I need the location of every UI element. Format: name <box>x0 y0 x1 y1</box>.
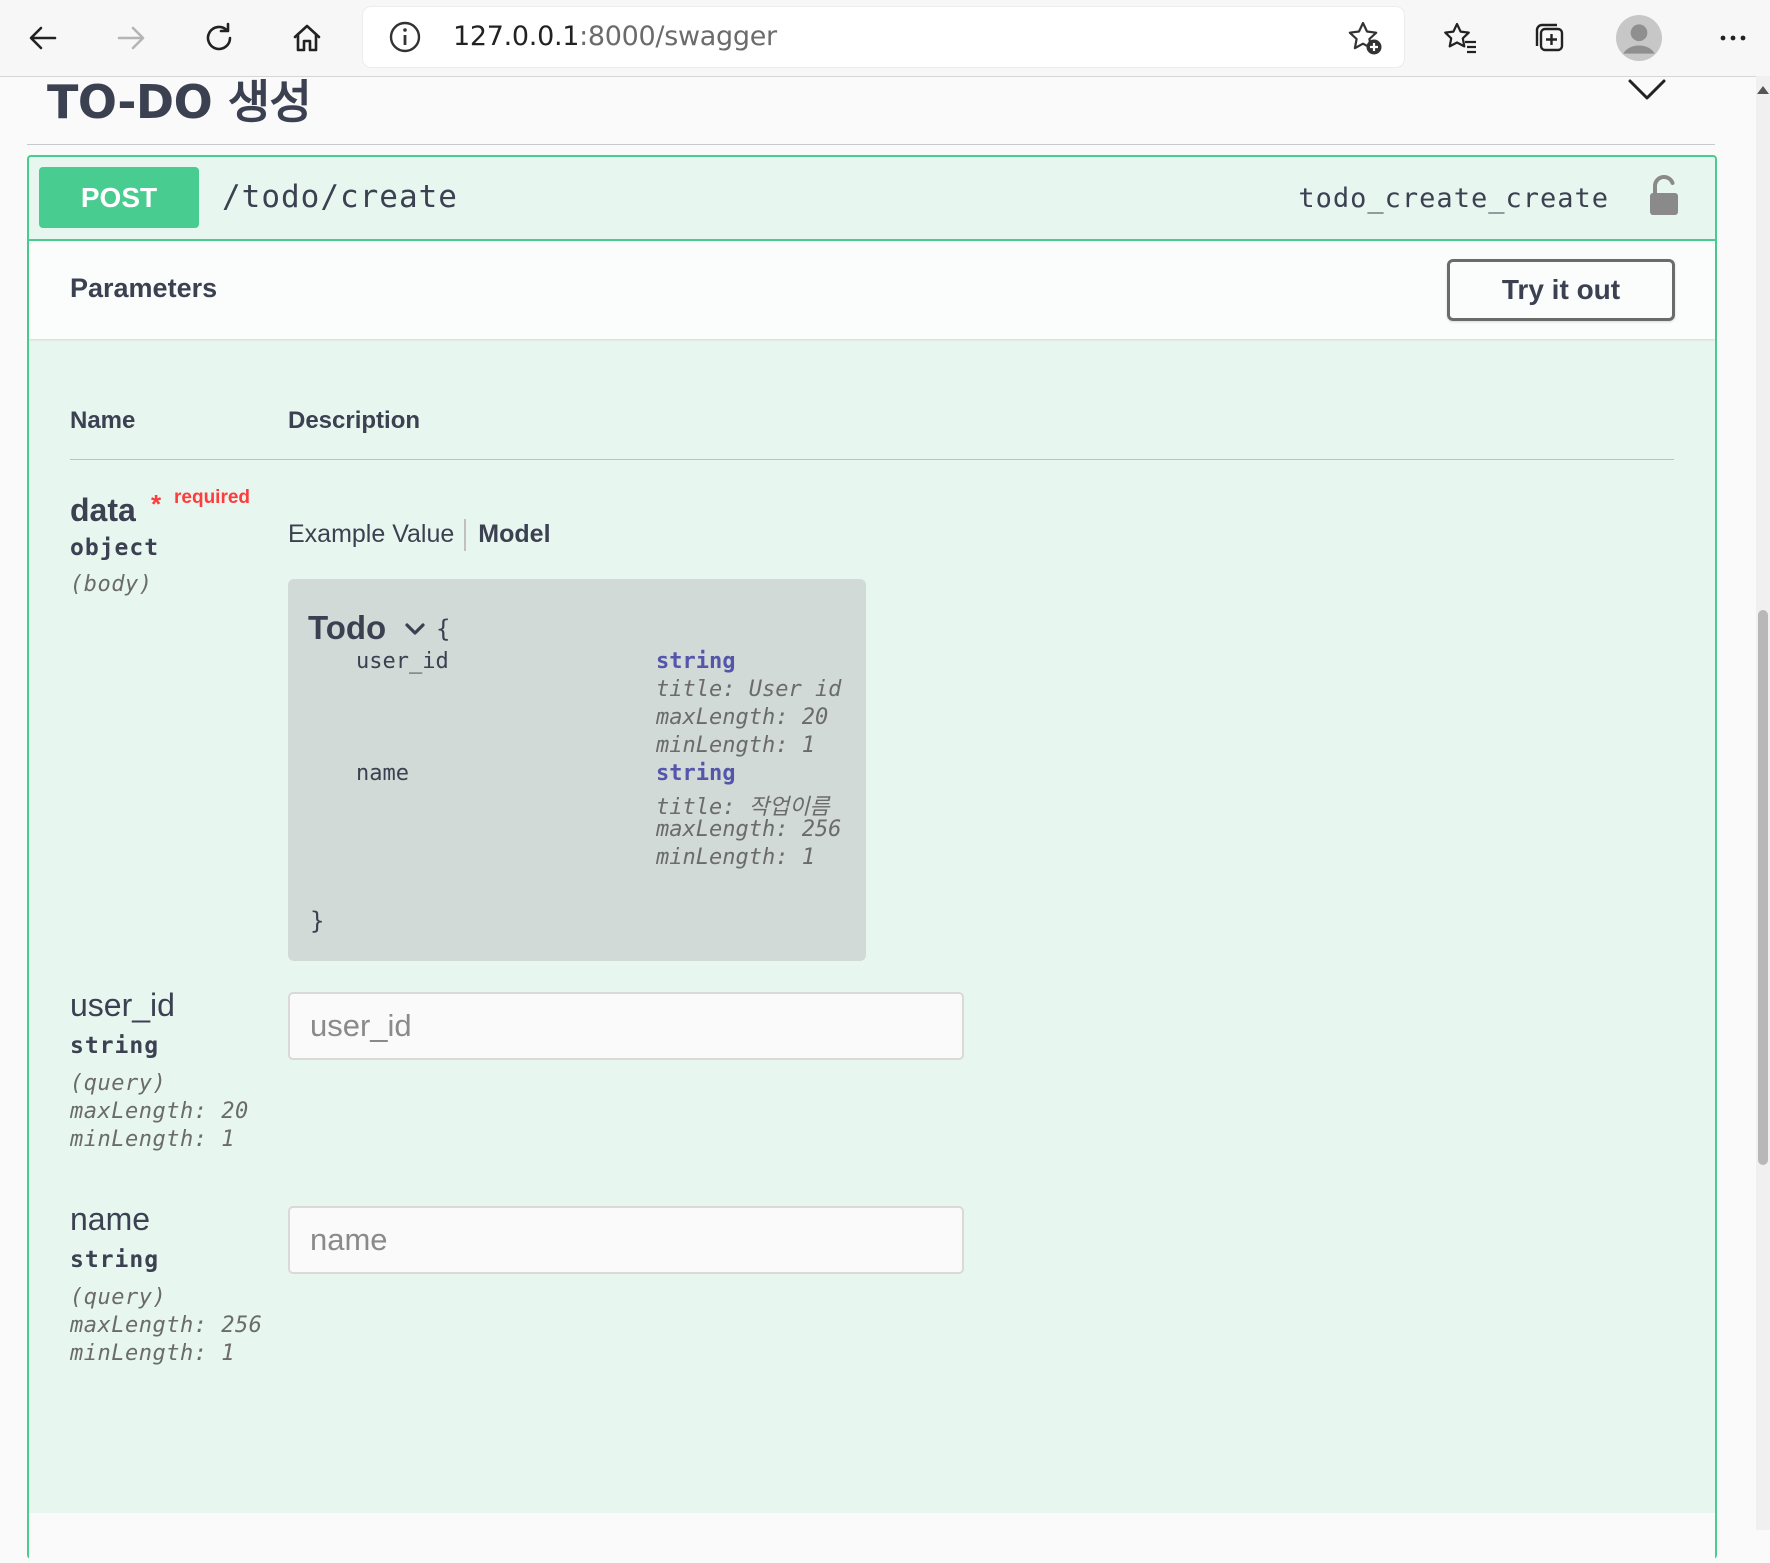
model-prop-title: title: User id <box>656 677 842 702</box>
model-schema-box: Todo { user_id string title: User id max… <box>288 579 866 961</box>
forward-arrow-icon[interactable] <box>106 13 156 63</box>
param-in: (body) <box>70 572 153 597</box>
url-text[interactable]: 127.0.0.1:8000/swagger <box>453 21 777 52</box>
user-id-input[interactable] <box>288 992 964 1060</box>
tab-example-value[interactable]: Example Value <box>288 520 454 549</box>
name-input[interactable] <box>288 1206 964 1274</box>
param-maxlength: maxLength: 20 <box>70 1099 249 1124</box>
param-name-name: name <box>70 1201 151 1237</box>
responses-divider <box>29 1513 1715 1563</box>
close-brace: } <box>310 907 325 935</box>
chevron-down-icon[interactable] <box>1627 76 1667 102</box>
favorites-icon[interactable] <box>1436 13 1486 63</box>
profile-icon[interactable] <box>1614 13 1664 63</box>
model-prop-type: string <box>656 761 736 786</box>
param-name-data: data <box>70 492 136 528</box>
model-prop-maxlength: maxLength: 20 <box>656 705 829 730</box>
column-header-description: Description <box>288 407 421 434</box>
required-label: required <box>174 487 251 508</box>
model-tabs: Example Value Model <box>288 519 551 551</box>
more-icon[interactable] <box>1708 13 1758 63</box>
collections-icon[interactable] <box>1524 13 1574 63</box>
try-it-out-button[interactable]: Try it out <box>1447 259 1675 321</box>
parameters-title: Parameters <box>70 273 218 303</box>
column-header-name: Name <box>70 407 136 434</box>
param-minlength: minLength: 1 <box>70 1341 235 1366</box>
tag-section-header[interactable]: TO-DO 생성 <box>27 66 1715 145</box>
url-host: 127.0.0.1 <box>453 21 580 52</box>
parameters-header: Parameters Try it out <box>29 241 1715 339</box>
info-icon[interactable] <box>387 19 423 55</box>
param-type: string <box>70 1033 160 1059</box>
operation-id: todo_create_create <box>1298 183 1609 214</box>
method-badge: POST <box>39 167 199 228</box>
model-prop-name: user_id <box>356 649 449 674</box>
address-bar[interactable]: 127.0.0.1:8000/swagger <box>363 7 1404 67</box>
model-prop-type: string <box>656 649 736 674</box>
header-divider <box>70 459 1674 460</box>
operation-summary[interactable]: POST /todo/create todo_create_create <box>29 157 1715 241</box>
required-star: * <box>151 489 162 519</box>
scrollbar-thumb[interactable] <box>1758 610 1768 1165</box>
home-icon[interactable] <box>282 13 332 63</box>
model-prop-minlength: minLength: 1 <box>656 733 815 758</box>
model-prop-maxlength: maxLength: 256 <box>656 817 842 842</box>
param-type: object <box>70 535 160 561</box>
refresh-icon[interactable] <box>194 13 244 63</box>
chevron-down-icon[interactable] <box>404 621 426 637</box>
param-in: (query) <box>70 1071 167 1096</box>
url-path: :8000/swagger <box>579 21 777 52</box>
add-favorite-icon[interactable] <box>1346 19 1384 57</box>
tab-model[interactable]: Model <box>478 520 550 549</box>
param-minlength: minLength: 1 <box>70 1127 235 1152</box>
model-prop-name: name <box>356 761 409 786</box>
section-title: TO-DO 생성 <box>47 75 312 129</box>
param-type: string <box>70 1247 160 1273</box>
operation-path: /todo/create <box>222 179 458 215</box>
model-prop-minlength: minLength: 1 <box>656 845 815 870</box>
unlock-icon[interactable] <box>1647 175 1681 217</box>
open-brace: { <box>436 615 451 643</box>
operation-block: POST /todo/create todo_create_create Par… <box>27 155 1717 1563</box>
tab-divider <box>464 519 467 551</box>
back-arrow-icon[interactable] <box>18 13 68 63</box>
scroll-up-arrow-icon[interactable] <box>1757 86 1769 94</box>
param-in: (query) <box>70 1285 167 1310</box>
param-name-user-id: user_id <box>70 987 175 1023</box>
param-maxlength: maxLength: 256 <box>70 1313 263 1338</box>
model-title[interactable]: Todo <box>308 609 386 647</box>
